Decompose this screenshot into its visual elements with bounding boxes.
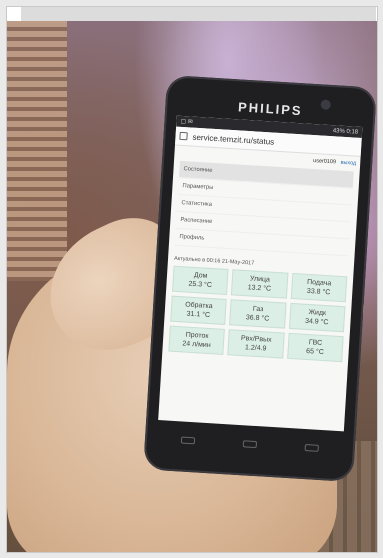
tile-value: 25.3 °C (188, 280, 213, 290)
photo-frame: PHILIPS ▢ ✉ 43% 0:18 service.temzit.ru/s… (6, 6, 378, 553)
tile-pressure: Рвх/Рвых 1.2/4.9 (227, 329, 285, 359)
tile-value: 65 °C (305, 347, 324, 357)
home-button[interactable] (242, 439, 258, 448)
tile-flow: Проток 24 л/мин (168, 325, 226, 355)
lock-icon (179, 131, 188, 141)
tile-liquid: Жидк 34.9 °C (288, 302, 346, 333)
photo: PHILIPS ▢ ✉ 43% 0:18 service.temzit.ru/s… (7, 21, 377, 552)
status-right: 43% 0:18 (332, 127, 359, 136)
side-menu: Состояние Параметры Статистика Расписани… (174, 160, 354, 257)
tile-value: 34.9 °C (304, 317, 329, 327)
phone-screen: ▢ ✉ 43% 0:18 service.temzit.ru/status us… (158, 115, 363, 432)
back-button[interactable] (180, 435, 196, 444)
recents-button[interactable] (304, 443, 319, 452)
tile-street: Улица 13.2 °C (231, 269, 289, 299)
tile-home: Дом 25.3 °C (172, 265, 229, 296)
smartphone: PHILIPS ▢ ✉ 43% 0:18 service.temzit.ru/s… (143, 74, 377, 483)
tile-value: 1.2/4.9 (244, 344, 267, 353)
top-strip (21, 7, 376, 21)
status-tiles: Дом 25.3 °C Улица 13.2 °C Подача 33.8 °C… (168, 265, 348, 363)
logout-link[interactable]: выход (340, 160, 356, 167)
tile-value: 13.2 °C (247, 284, 272, 293)
url-text: service.temzit.ru/status (192, 132, 275, 147)
tile-supply: Подача 33.8 °C (290, 272, 348, 303)
tile-hot-water: ГВС 65 °C (286, 332, 344, 363)
tile-value: 36.8 °C (245, 314, 270, 323)
background-wall (7, 21, 67, 281)
status-icons: ▢ ✉ (180, 118, 193, 126)
tile-value: 33.8 °C (306, 287, 331, 297)
tile-value: 24 л/мин (182, 340, 211, 350)
tile-return: Обратка 31.1 °C (170, 295, 228, 325)
username: user0109 (312, 158, 337, 166)
android-navbar (156, 425, 343, 462)
tile-gas: Газ 36.8 °C (229, 299, 287, 329)
tile-value: 31.1 °C (186, 310, 211, 320)
